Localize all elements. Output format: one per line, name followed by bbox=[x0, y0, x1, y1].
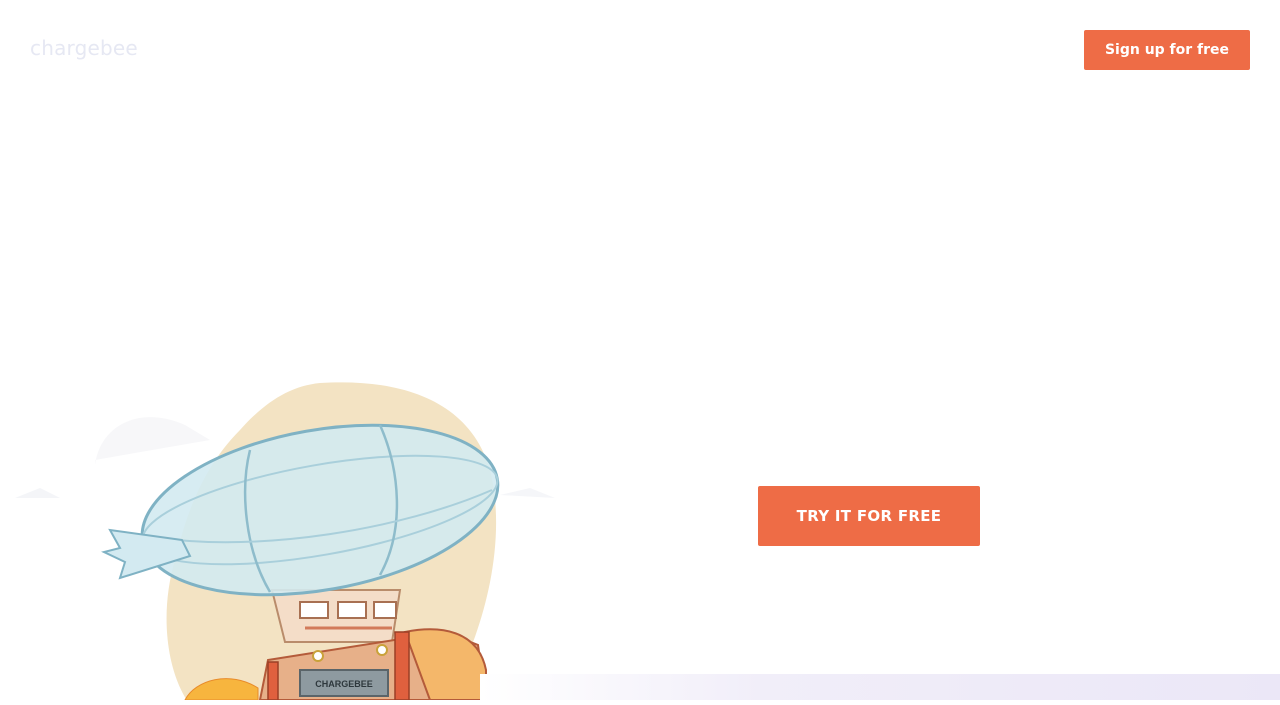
cloud-shape bbox=[15, 488, 60, 498]
try-it-free-button[interactable]: TRY IT FOR FREE bbox=[758, 486, 980, 546]
airship-illustration: CHARGEBEE bbox=[0, 370, 560, 705]
signup-button[interactable]: Sign up for free bbox=[1084, 30, 1250, 70]
cloud-shape bbox=[95, 417, 210, 465]
gondola-sign-text: CHARGEBEE bbox=[315, 679, 373, 689]
airship-illustration-svg: CHARGEBEE bbox=[15, 382, 555, 705]
site-header: chargebee Sign up for free bbox=[0, 0, 1280, 100]
chargebee-logo[interactable]: chargebee bbox=[30, 36, 138, 60]
footer-gradient-band bbox=[480, 674, 1280, 700]
gondola bbox=[270, 589, 402, 643]
cloud-shape bbox=[500, 488, 555, 498]
